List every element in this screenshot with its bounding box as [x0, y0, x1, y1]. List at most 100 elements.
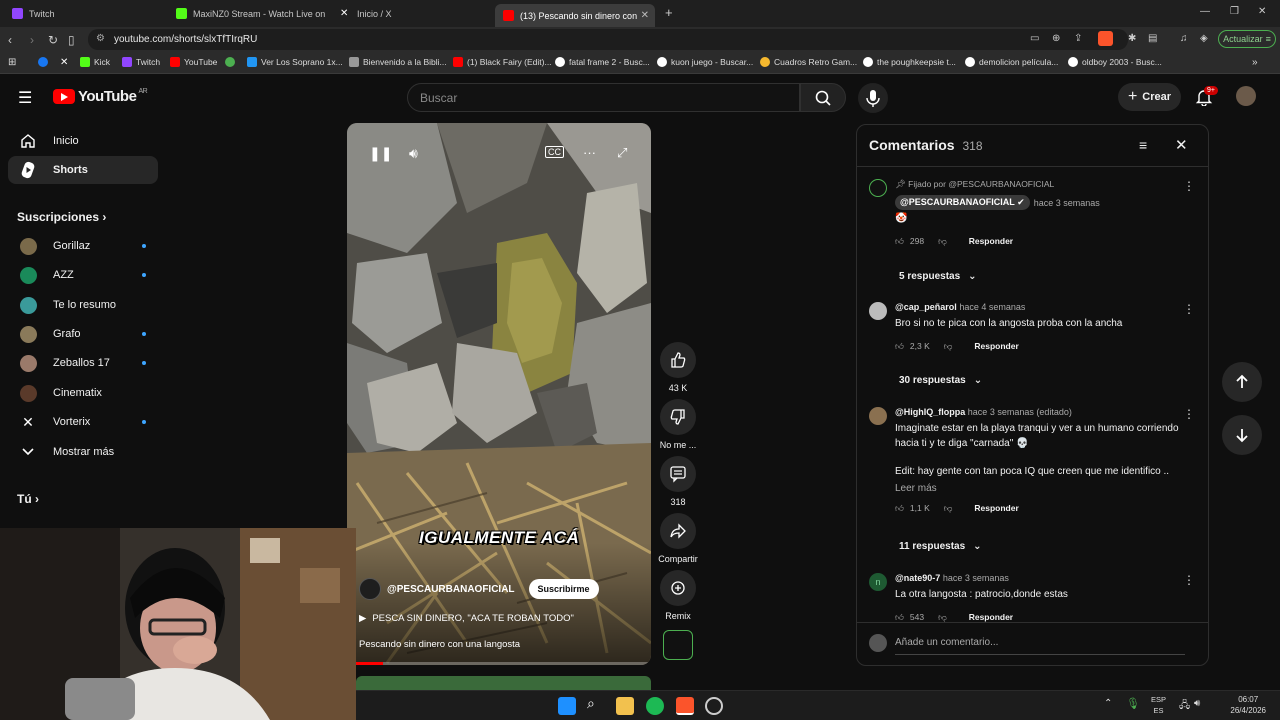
bookmark-icon[interactable]: ▯	[68, 33, 75, 47]
sidebar-sub-gorillaz[interactable]: Gorillaz	[8, 232, 158, 260]
comment-more-icon[interactable]: ⋮	[1183, 302, 1195, 316]
reply-button[interactable]: Responder	[969, 612, 1013, 622]
url-field[interactable]: ⚙ youtube.com/shorts/slxTfTIrqRU	[88, 29, 1128, 50]
dislike-comment-button[interactable]: 👎︎	[938, 236, 947, 247]
comment-author[interactable]: @nate90-7	[895, 573, 940, 583]
read-more-link[interactable]: Leer más	[895, 483, 1185, 494]
dislike-comment-button[interactable]: 👎︎	[944, 503, 953, 514]
bookmark-x[interactable]: ✕	[60, 57, 68, 68]
comment-avatar[interactable]: n	[869, 573, 887, 591]
bookmark-poughkeepsie[interactable]: the poughkeepsie t...	[863, 57, 956, 67]
search-button[interactable]	[800, 83, 846, 112]
cast-icon[interactable]: ▭	[1030, 33, 1039, 44]
dislike-comment-button[interactable]: 👎︎	[944, 341, 953, 352]
sidebar-show-more[interactable]: Mostrar más	[8, 438, 158, 466]
sidebar-sub-te-lo-resumo[interactable]: Te lo resumo	[8, 291, 158, 319]
previous-short-button[interactable]	[1222, 362, 1262, 402]
subscribe-button[interactable]: Suscribirme	[528, 579, 599, 599]
fullscreen-icon[interactable]: ⤢	[617, 145, 627, 161]
network-icon[interactable]: 🖧︎	[1179, 698, 1190, 715]
maximize-icon[interactable]: ❐	[1230, 6, 1239, 17]
comment-avatar[interactable]	[869, 179, 887, 197]
zoom-icon[interactable]: ⊕	[1052, 33, 1060, 44]
share-button[interactable]: Compartir	[656, 513, 700, 564]
comment-author[interactable]: @HighIQ_floppa	[895, 407, 965, 417]
remix-button[interactable]: Remix	[656, 570, 700, 621]
sidebar-item-home[interactable]: Inicio	[8, 127, 158, 155]
next-short-button[interactable]	[1222, 415, 1262, 455]
bookmark-twitch[interactable]: Twitch	[122, 57, 160, 67]
comment-avatar[interactable]	[869, 407, 887, 425]
like-comment-button[interactable]: 👍︎	[895, 612, 904, 623]
you-heading[interactable]: Tú ›	[17, 492, 39, 506]
brave-shield-icon[interactable]	[1098, 31, 1113, 46]
bookmark-cuadros[interactable]: Cuadros Retro Gam...	[760, 57, 857, 67]
chevron-up-icon[interactable]: ⌃	[1104, 698, 1112, 709]
extensions-icon[interactable]: ✱	[1128, 33, 1136, 44]
next-short-preview[interactable]	[356, 676, 651, 690]
like-comment-button[interactable]: 👍︎	[895, 236, 904, 247]
volume-icon[interactable]: 🔊︎	[1194, 698, 1200, 709]
bookmark-fatalframe[interactable]: fatal frame 2 - Busc...	[555, 57, 650, 67]
sidebar-sub-zeballos[interactable]: Zeballos 17	[8, 349, 158, 377]
voice-search-button[interactable]	[858, 83, 888, 113]
bookmark-generic[interactable]	[225, 57, 239, 67]
sidebar-icon[interactable]: ▤	[1148, 33, 1157, 44]
view-replies-button[interactable]: 5 respuestas ⌄	[899, 271, 977, 282]
share-icon[interactable]: ⇪	[1074, 33, 1082, 44]
close-tab-icon[interactable]: ✕	[641, 10, 649, 21]
close-icon[interactable]: ✕	[1175, 136, 1188, 154]
like-comment-button[interactable]: 👍︎	[895, 503, 904, 514]
sort-icon[interactable]: ≡	[1139, 137, 1147, 153]
sidebar-sub-grafo[interactable]: Grafo	[8, 320, 158, 348]
update-button[interactable]: Actualizar ≡	[1218, 30, 1276, 48]
tab-youtube[interactable]: (13) Pescando sin dinero con ✕	[495, 4, 655, 27]
channel-name[interactable]: @PESCAURBANAOFICIAL	[387, 584, 515, 595]
comment-more-icon[interactable]: ⋮	[1183, 407, 1195, 421]
more-options-icon[interactable]: ···	[583, 145, 596, 160]
app-icon[interactable]	[705, 697, 723, 715]
reply-button[interactable]: Responder	[974, 503, 1018, 513]
dislike-button[interactable]: No me ...	[656, 399, 700, 450]
media-icon[interactable]: ♫	[1180, 33, 1188, 44]
sidebar-sub-cinematix[interactable]: Cinematix	[8, 379, 158, 407]
microphone-icon[interactable]: 🎙︎	[1126, 697, 1140, 710]
like-comment-button[interactable]: 👍︎	[895, 341, 904, 352]
new-tab-icon[interactable]: +	[665, 5, 673, 20]
reload-icon[interactable]: ↻	[48, 33, 58, 47]
view-replies-button[interactable]: 11 respuestas ⌄	[899, 541, 982, 552]
file-explorer-icon[interactable]	[616, 697, 634, 715]
bookmark-blackfairy[interactable]: (1) Black Fairy (Edit)...	[453, 57, 552, 67]
minimize-icon[interactable]: —	[1200, 6, 1210, 17]
bookmark-kick[interactable]: Kick	[80, 57, 110, 67]
system-clock[interactable]: 06:07 26/4/2026	[1230, 694, 1266, 716]
bookmark-kuon[interactable]: kuon juego - Buscar...	[657, 57, 753, 67]
tab-twitch[interactable]: Twitch	[4, 4, 169, 23]
apps-icon[interactable]: ⊞	[8, 57, 16, 68]
search-input[interactable]: Buscar	[407, 83, 800, 112]
subscriptions-heading[interactable]: Suscripciones ›	[17, 210, 106, 224]
back-icon[interactable]: ‹	[8, 33, 12, 47]
volume-icon[interactable]: 🔊︎	[409, 145, 418, 162]
spotify-icon[interactable]	[646, 697, 664, 715]
pause-icon[interactable]: ❚❚	[369, 145, 392, 162]
bookmark-biblioteca[interactable]: Bienvenido a la Bibli...	[349, 57, 447, 67]
bookmark-youtube[interactable]: YouTube	[170, 57, 217, 67]
sidebar-item-shorts[interactable]: Shorts	[8, 156, 158, 184]
brave-icon[interactable]	[676, 697, 694, 715]
bookmark-facebook[interactable]	[38, 57, 52, 67]
comment-avatar[interactable]	[869, 302, 887, 320]
tab-kick[interactable]: MaxiNZ0 Stream - Watch Live on	[168, 4, 328, 23]
language-indicator[interactable]: ESP ES	[1151, 694, 1166, 716]
channel-avatar[interactable]	[359, 578, 381, 600]
comment-author[interactable]: @cap_peñarol	[895, 302, 957, 312]
comment-more-icon[interactable]: ⋮	[1183, 573, 1195, 587]
close-window-icon[interactable]: ✕	[1258, 6, 1266, 17]
closed-captions-icon[interactable]: CC	[545, 146, 564, 158]
more-bookmarks-icon[interactable]: »	[1252, 57, 1258, 68]
comment-more-icon[interactable]: ⋮	[1183, 179, 1195, 193]
video-title[interactable]: Pescando sin dinero con una langosta	[359, 639, 520, 650]
bookmark-soprano[interactable]: Ver Los Soprano 1x...	[247, 57, 343, 67]
reply-button[interactable]: Responder	[969, 236, 1013, 246]
add-comment-input[interactable]: Añade un comentario...	[895, 637, 998, 648]
